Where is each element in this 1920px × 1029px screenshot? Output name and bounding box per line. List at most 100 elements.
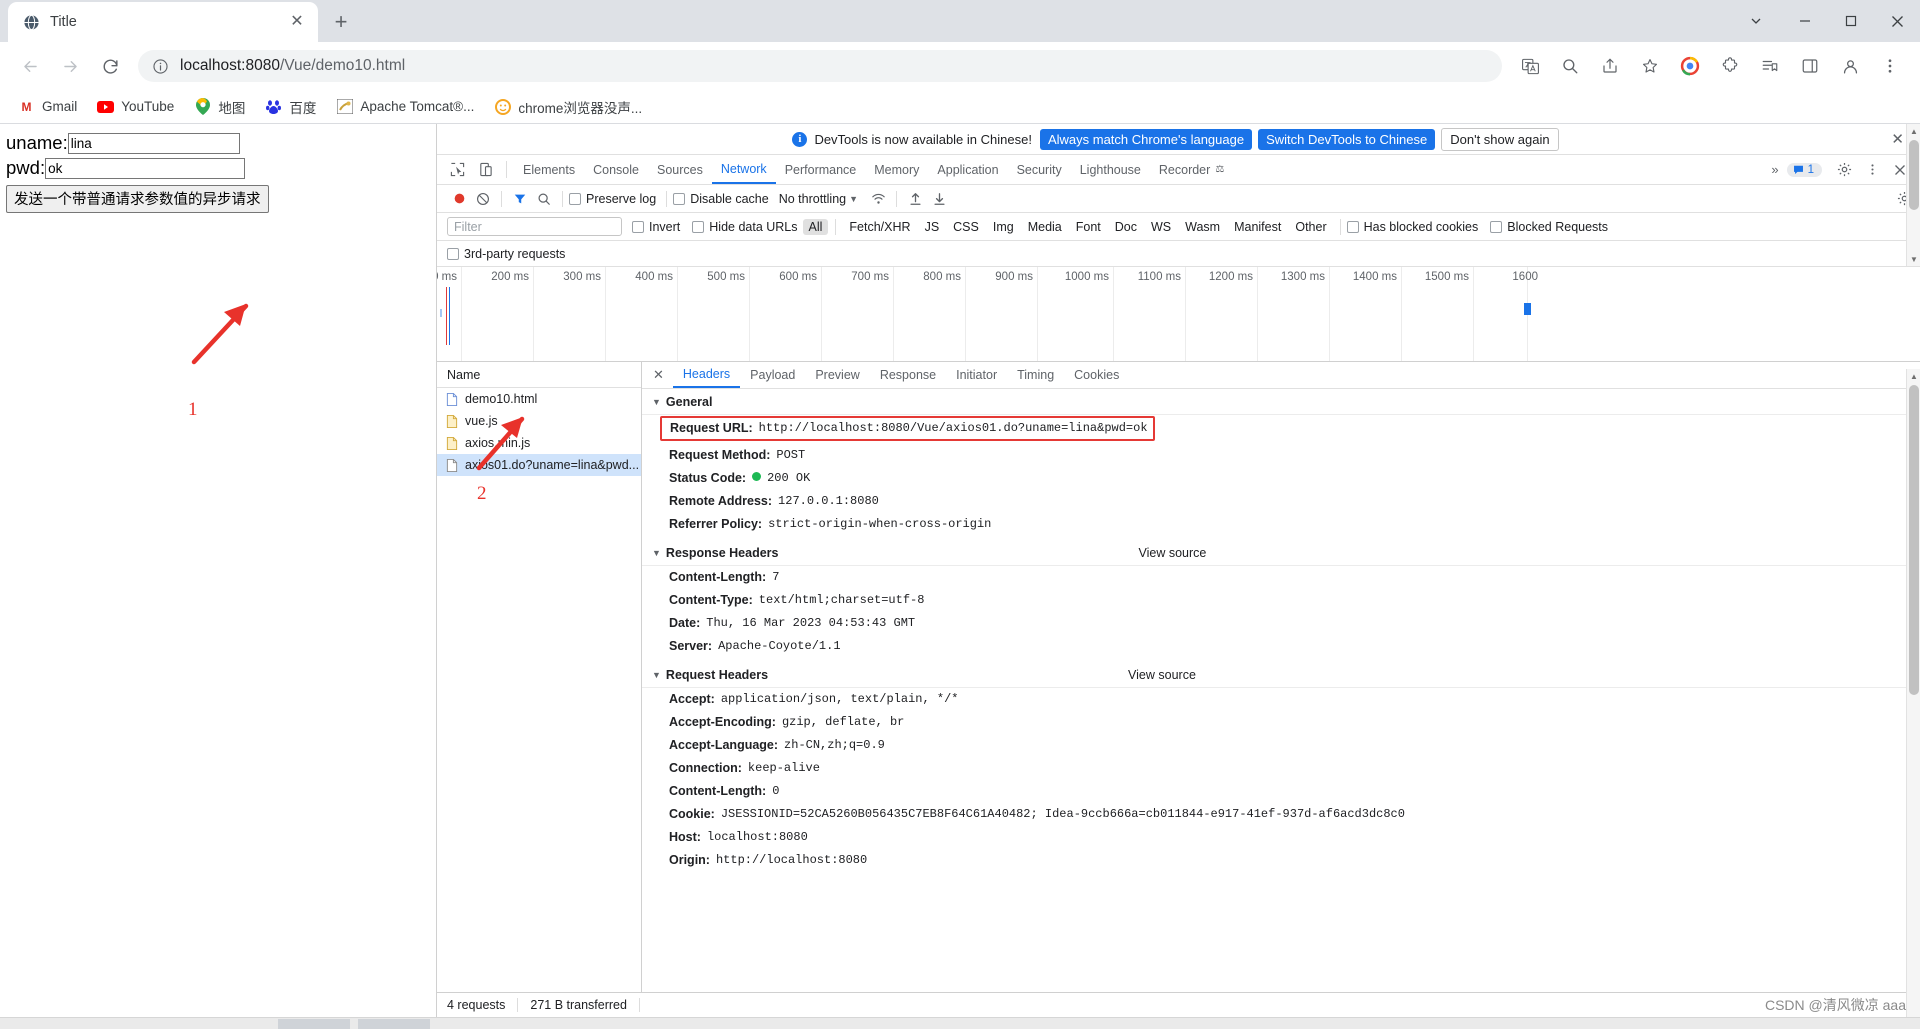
detail-tab-initiator[interactable]: Initiator [946,362,1007,388]
import-har-icon[interactable] [903,188,927,210]
maximize-icon[interactable] [1828,0,1874,42]
reload-icon[interactable] [94,50,126,82]
chevron-down-icon[interactable]: ▼ [849,194,858,204]
filter-type-other[interactable]: Other [1289,219,1332,235]
has-blocked-cookies-checkbox[interactable]: Has blocked cookies [1346,220,1478,234]
tab-lighthouse[interactable]: Lighthouse [1071,155,1150,184]
new-tab-button[interactable]: + [324,5,358,39]
search-requests-icon[interactable] [532,188,556,210]
network-conditions-icon[interactable] [866,188,890,210]
close-window-icon[interactable] [1874,0,1920,42]
filter-type-media[interactable]: Media [1022,219,1068,235]
bookmark-tomcat[interactable]: Apache Tomcat®... [328,95,482,118]
close-banner-icon[interactable]: ✕ [1891,132,1904,147]
pwd-input[interactable] [45,157,246,179]
filter-type-doc[interactable]: Doc [1109,219,1143,235]
preserve-log-checkbox[interactable]: Preserve log [569,192,656,206]
tab-memory[interactable]: Memory [865,155,928,184]
site-info-icon[interactable] [152,58,169,75]
third-party-requests-checkbox[interactable]: 3rd-party requests [447,247,565,261]
hide-data-urls-checkbox[interactable]: Hide data URLs [692,220,798,234]
detail-tab-headers[interactable]: Headers [672,362,741,388]
view-source-link-response[interactable]: View source [1138,546,1206,560]
extension-circle-icon[interactable] [1674,50,1706,82]
detail-tab-preview[interactable]: Preview [805,362,869,388]
record-stop-icon[interactable] [447,188,471,210]
tab-recorder[interactable]: Recorder ⚖ [1150,155,1233,184]
bookmark-gmail[interactable]: M Gmail [10,95,85,118]
browser-tab[interactable]: Title ✕ [8,2,318,42]
bookmark-chrome-ext[interactable]: chrome浏览器没声... [486,94,650,120]
detail-tab-payload[interactable]: Payload [740,362,805,388]
tab-console[interactable]: Console [584,155,648,184]
throttling-select[interactable]: No throttling [779,192,846,206]
devtools-settings-gear-icon[interactable] [1831,158,1857,182]
taskbar-item[interactable] [278,1019,350,1029]
filter-funnel-icon[interactable] [508,188,532,210]
side-panel-icon[interactable] [1794,50,1826,82]
clear-icon[interactable] [471,188,495,210]
table-row[interactable]: axios01.do?uname=lina&pwd... [437,454,641,476]
scrollbar-thumb[interactable] [1909,385,1919,695]
invert-checkbox[interactable]: Invert [632,220,680,234]
dont-show-again-button[interactable]: Don't show again [1441,127,1559,151]
extensions-puzzle-icon[interactable] [1714,50,1746,82]
search-icon[interactable] [1554,50,1586,82]
filter-type-all[interactable]: All [802,218,829,235]
detail-tab-timing[interactable]: Timing [1007,362,1064,388]
scroll-up-icon[interactable]: ▲ [1907,369,1920,383]
view-source-link-request[interactable]: View source [1128,668,1196,682]
switch-devtools-to-chinese-button[interactable]: Switch DevTools to Chinese [1258,128,1436,150]
inspect-element-icon[interactable] [444,158,470,182]
tab-elements[interactable]: Elements [514,155,584,184]
detail-tab-response[interactable]: Response [870,362,946,388]
filter-type-css[interactable]: CSS [947,219,985,235]
section-header-request-headers[interactable]: ▼ Request Headers View source [642,662,1920,688]
more-panels-icon[interactable]: » [1763,162,1786,177]
tab-application[interactable]: Application [928,155,1007,184]
scroll-up-icon[interactable]: ▲ [1907,124,1920,138]
table-row[interactable]: vue.js [437,410,641,432]
network-overview-timeline[interactable]: 100 ms 200 ms 300 ms 400 ms 500 ms 600 m… [437,267,1920,362]
filter-type-fetch-xhr[interactable]: Fetch/XHR [843,219,916,235]
uname-input[interactable] [67,132,240,154]
filter-type-ws[interactable]: WS [1145,219,1177,235]
scrollbar-thumb[interactable] [1909,140,1919,210]
tab-search-chevron-icon[interactable] [1730,0,1782,42]
share-icon[interactable] [1594,50,1626,82]
filter-input[interactable]: Filter [447,217,622,236]
filter-type-font[interactable]: Font [1070,219,1107,235]
bookmark-star-icon[interactable] [1634,50,1666,82]
chrome-menu-icon[interactable] [1874,50,1906,82]
close-tab-icon[interactable]: ✕ [286,11,308,33]
scroll-down-icon[interactable]: ▼ [1907,252,1920,266]
tab-sources[interactable]: Sources [648,155,712,184]
filter-type-manifest[interactable]: Manifest [1228,219,1287,235]
send-async-request-button[interactable]: 发送一个带普通请求参数值的异步请求 [6,185,269,213]
forward-icon[interactable] [54,50,86,82]
close-details-icon[interactable]: ✕ [650,367,673,383]
filter-type-js[interactable]: JS [919,219,946,235]
table-row[interactable]: axios.min.js [437,432,641,454]
bookmark-youtube[interactable]: YouTube [89,95,182,118]
always-match-chrome-language-button[interactable]: Always match Chrome's language [1039,128,1253,150]
console-message-badge[interactable]: 1 [1786,162,1822,177]
address-bar[interactable]: localhost:8080/Vue/demo10.html [138,50,1502,82]
translate-icon[interactable] [1514,50,1546,82]
minimize-icon[interactable] [1782,0,1828,42]
request-list-header[interactable]: Name [437,362,641,388]
detail-tab-cookies[interactable]: Cookies [1064,362,1129,388]
tab-security[interactable]: Security [1008,155,1071,184]
devtools-more-options-icon[interactable] [1859,158,1885,182]
bookmark-baidu[interactable]: 百度 [257,94,324,120]
disable-cache-checkbox[interactable]: Disable cache [673,192,769,206]
back-icon[interactable] [14,50,46,82]
page-scrollbar[interactable]: ▲ ▼ [1906,124,1920,266]
tab-network[interactable]: Network [711,155,776,184]
table-row[interactable]: demo10.html [437,388,641,410]
export-har-icon[interactable] [927,188,951,210]
blocked-requests-checkbox[interactable]: Blocked Requests [1490,220,1608,234]
taskbar-item[interactable] [358,1019,430,1029]
profile-avatar-icon[interactable] [1834,50,1866,82]
bookmark-maps[interactable]: 地图 [186,94,253,120]
